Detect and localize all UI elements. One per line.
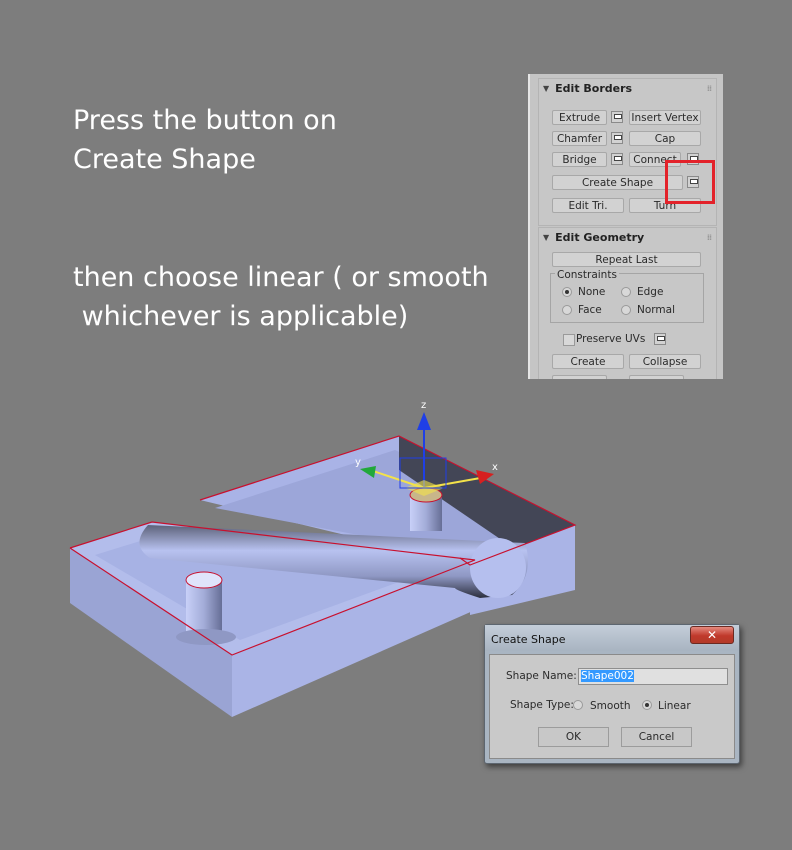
chamfer-settings-icon[interactable] [611, 132, 623, 144]
gizmo-z-arrow [417, 412, 431, 430]
constraint-face-label: Face [578, 304, 602, 316]
cap-button[interactable]: Cap [629, 131, 701, 146]
shape-name-label: Shape Name: [506, 670, 577, 682]
grip-icon: ⁞⁞ [706, 232, 712, 242]
create-shape-dialog: Create Shape ✕ Shape Name: Shape002 Shap… [484, 624, 740, 764]
shape-name-input[interactable]: Shape002 [578, 668, 728, 685]
left-cylinder-top [185, 571, 223, 589]
insert-vertex-button[interactable]: Insert Vertex [629, 110, 701, 125]
edit-borders-header[interactable]: ▼ Edit Borders ⁞⁞ [539, 79, 716, 97]
extrude-settings-icon[interactable] [611, 111, 623, 123]
edit-geometry-title: Edit Geometry [555, 230, 645, 244]
linear-radio[interactable] [642, 700, 652, 710]
gizmo-y-label: y [355, 457, 361, 468]
constraint-normal-radio[interactable] [621, 305, 631, 315]
constraint-face-radio[interactable] [562, 305, 572, 315]
constraint-normal-label: Normal [637, 304, 675, 316]
edit-tri-button[interactable]: Edit Tri. [552, 198, 624, 213]
instruction-press-create-shape: Press the button on Create Shape [73, 105, 337, 175]
collapse-triangle-icon: ▼ [543, 232, 550, 242]
preserve-uvs-checkbox[interactable] [563, 334, 575, 346]
linear-label: Linear [658, 700, 691, 712]
constraint-edge-radio[interactable] [621, 287, 631, 297]
constraint-none-radio[interactable] [562, 287, 572, 297]
preserve-uvs-label: Preserve UVs [576, 333, 646, 345]
instruction-choose-linear: then choose linear ( or smooth whichever… [73, 262, 489, 332]
dialog-title: Create Shape [491, 633, 566, 646]
gizmo-x-label: x [492, 462, 498, 473]
partial-button[interactable] [552, 375, 607, 379]
shape-type-label: Shape Type: [510, 699, 574, 711]
constraints-label: Constraints [555, 269, 619, 281]
chamfer-button[interactable]: Chamfer [552, 131, 607, 146]
grip-icon: ⁞⁞ [706, 83, 712, 93]
smooth-radio[interactable] [573, 700, 583, 710]
close-button[interactable]: ✕ [690, 626, 734, 644]
constraint-edge-label: Edge [637, 286, 664, 298]
dialog-titlebar[interactable]: Create Shape ✕ [485, 625, 739, 651]
left-cylinder-base [176, 629, 236, 645]
collapse-button[interactable]: Collapse [629, 354, 701, 369]
bridge-settings-icon[interactable] [611, 153, 623, 165]
command-panel: ▼ Edit Borders ⁞⁞ Extrude Insert Vertex … [528, 74, 723, 379]
highlight-box [665, 160, 715, 204]
repeat-last-button[interactable]: Repeat Last [552, 252, 701, 267]
create-button[interactable]: Create [552, 354, 624, 369]
create-shape-button[interactable]: Create Shape [552, 175, 683, 190]
shape-name-value: Shape002 [581, 670, 634, 682]
gizmo-z-label: z [421, 400, 426, 411]
extrude-button[interactable]: Extrude [552, 110, 607, 125]
smooth-label: Smooth [590, 700, 631, 712]
edit-geometry-header[interactable]: ▼ Edit Geometry ⁞⁞ [539, 228, 716, 246]
bridge-button[interactable]: Bridge [552, 152, 607, 167]
dialog-body: Shape Name: Shape002 Shape Type: Smooth … [489, 654, 735, 759]
collapse-triangle-icon: ▼ [543, 83, 550, 93]
preserve-uvs-settings-icon[interactable] [654, 333, 666, 345]
edit-borders-title: Edit Borders [555, 81, 633, 95]
partial-button[interactable] [629, 375, 684, 379]
constraint-none-label: None [578, 286, 606, 298]
cancel-button[interactable]: Cancel [621, 727, 692, 747]
ok-button[interactable]: OK [538, 727, 609, 747]
